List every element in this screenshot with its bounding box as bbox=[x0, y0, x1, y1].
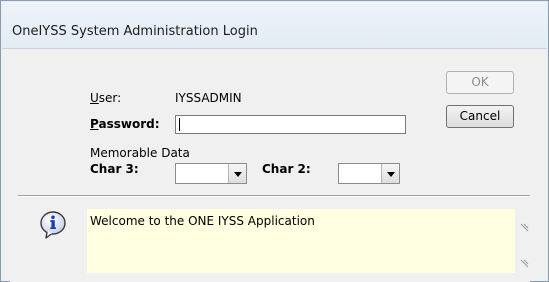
resize-grip-icon bbox=[520, 223, 529, 232]
message-scrollbar[interactable] bbox=[515, 209, 533, 273]
char3-label: Char 3: bbox=[90, 162, 139, 176]
memorable-data-label: Memorable Data bbox=[90, 146, 190, 160]
message-area: Welcome to the ONE IYSS Application bbox=[87, 209, 515, 273]
ok-button[interactable]: OK bbox=[446, 71, 514, 94]
separator bbox=[18, 195, 530, 197]
window-title: OneIYSS System Administration Login bbox=[12, 24, 258, 39]
title-bar[interactable]: OneIYSS System Administration Login bbox=[2, 2, 547, 49]
char3-dropdown[interactable] bbox=[175, 163, 247, 184]
user-value: IYSSADMIN bbox=[175, 91, 242, 105]
char2-dropdown[interactable] bbox=[338, 163, 400, 184]
info-icon bbox=[40, 211, 66, 239]
password-label: Password: bbox=[90, 117, 160, 131]
text-caret bbox=[179, 118, 180, 131]
user-label: User: bbox=[90, 91, 122, 105]
password-field[interactable] bbox=[175, 115, 406, 134]
chevron-down-icon[interactable] bbox=[228, 164, 246, 183]
login-dialog: OneIYSS System Administration Login User… bbox=[0, 0, 549, 282]
cancel-button[interactable]: Cancel bbox=[446, 105, 514, 128]
chevron-down-icon[interactable] bbox=[381, 164, 399, 183]
char2-label: Char 2: bbox=[262, 162, 311, 176]
resize-grip-icon bbox=[520, 259, 529, 268]
message-text: Welcome to the ONE IYSS Application bbox=[90, 214, 315, 228]
